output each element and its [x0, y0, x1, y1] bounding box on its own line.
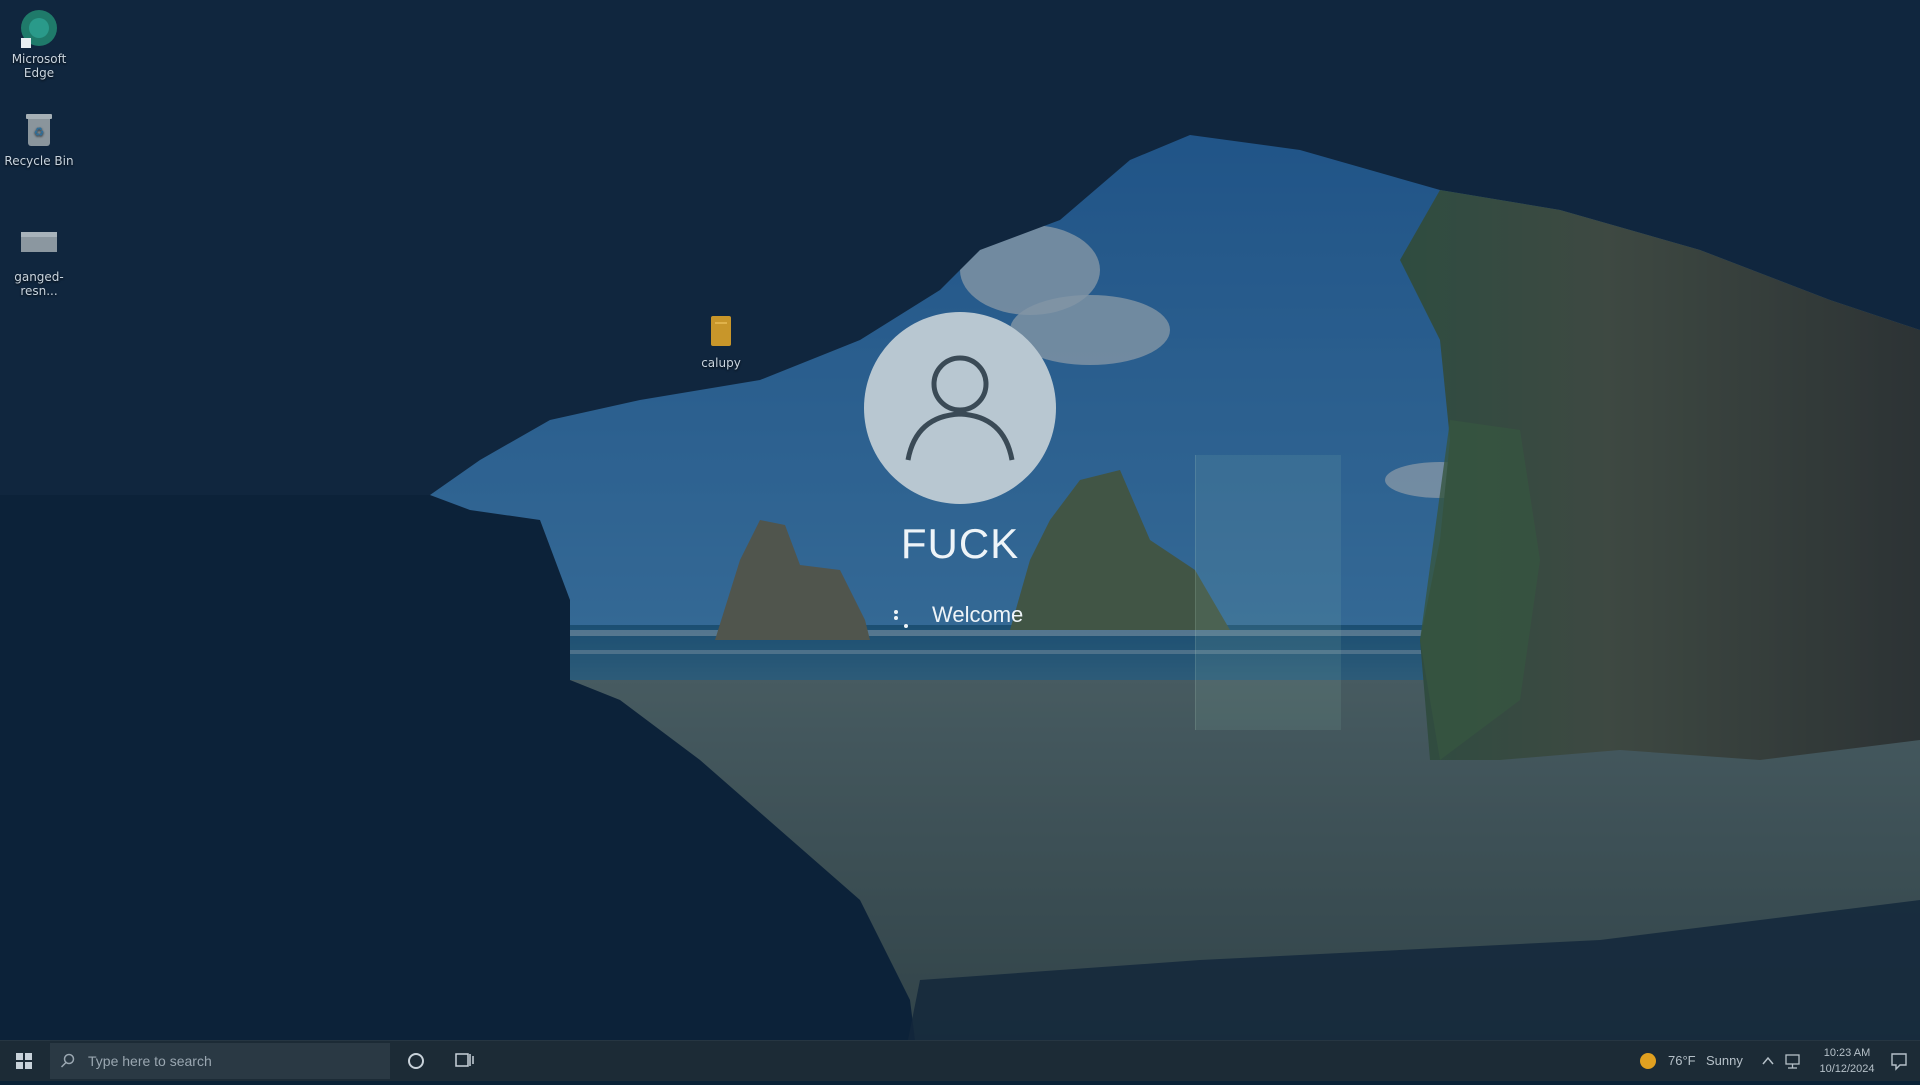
start-button[interactable]	[0, 1041, 48, 1081]
network-icon	[1785, 1054, 1800, 1069]
cortana-icon	[408, 1053, 424, 1069]
notification-icon	[1891, 1053, 1907, 1071]
welcome-status-text: Welcome	[932, 602, 1024, 627]
user-avatar	[864, 312, 1056, 504]
cortana-button[interactable]	[400, 1041, 432, 1081]
weather-temperature: 76°F	[1668, 1053, 1696, 1068]
weather-condition: Sunny	[1706, 1053, 1743, 1068]
search-placeholder: Type here to search	[88, 1053, 212, 1069]
task-view-button[interactable]	[448, 1041, 480, 1081]
weather-widget[interactable]: 76°F Sunny	[1636, 1041, 1746, 1081]
welcome-status: Welcome	[880, 600, 1140, 634]
action-center-button[interactable]	[1874, 1041, 1920, 1081]
search-icon	[60, 1053, 75, 1068]
taskbar-search-box[interactable]: Type here to search	[50, 1043, 390, 1079]
welcome-screen: FUCK Welcome	[0, 0, 1920, 1040]
loading-spinner-icon	[894, 610, 908, 628]
windows-logo-icon	[16, 1053, 32, 1069]
task-view-icon	[455, 1053, 474, 1067]
chevron-up-icon	[1762, 1056, 1774, 1065]
show-hidden-icons-button[interactable]	[1758, 1041, 1778, 1081]
taskbar: Type here to search 76°F Sunny 10:23 AM …	[0, 1040, 1920, 1081]
network-button[interactable]	[1782, 1041, 1804, 1081]
username-label: FUCK	[900, 520, 1020, 567]
user-avatar-icon	[905, 355, 1015, 461]
sunny-icon	[1640, 1053, 1656, 1069]
